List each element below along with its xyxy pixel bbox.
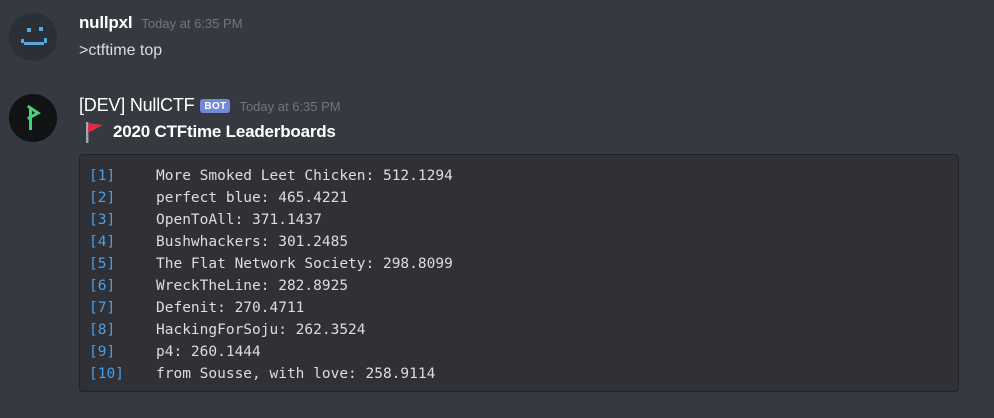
leaderboard-row: [10] from Sousse, with love: 258.9114 [89, 363, 958, 385]
team-score: HackingForSoju: 262.3524 [156, 322, 366, 338]
bot-avatar[interactable] [9, 94, 57, 142]
leaderboard-row: [2] perfect blue: 465.4221 [89, 187, 958, 209]
team-score: Bushwhackers: 301.2485 [156, 234, 349, 250]
leaderboard-row: [9] p4: 260.1444 [89, 341, 958, 363]
rank-label: [6] [89, 278, 116, 294]
message-user: nullpxl Today at 6:35 PM >ctftime top [0, 0, 994, 78]
rank-label: [3] [89, 212, 116, 228]
triangular-flag-icon [86, 122, 103, 143]
timestamp[interactable]: Today at 6:35 PM [141, 16, 242, 31]
message-header: [DEV] NullCTF BOT Today at 6:35 PM [79, 95, 341, 116]
rank-label: [5] [89, 256, 116, 272]
timestamp[interactable]: Today at 6:35 PM [239, 99, 340, 114]
team-score: from Sousse, with love: 258.9114 [156, 366, 436, 382]
username[interactable]: nullpxl [79, 13, 133, 33]
leaderboard-row: [8] HackingForSoju: 262.3524 [89, 319, 958, 341]
user-avatar[interactable] [9, 13, 57, 61]
rank-label: [7] [89, 300, 116, 316]
team-score: The Flat Network Society: 298.8099 [156, 256, 453, 272]
team-score: Defenit: 270.4711 [156, 300, 305, 316]
message-bot: [DEV] NullCTF BOT Today at 6:35 PM 2020 … [0, 88, 994, 418]
leaderboard-row: [5] The Flat Network Society: 298.8099 [89, 253, 958, 275]
leaderboard-row: [4] Bushwhackers: 301.2485 [89, 231, 958, 253]
prompt-flag-icon [9, 94, 57, 142]
rank-label: [2] [89, 190, 116, 206]
team-score: WreckTheLine: 282.8925 [156, 278, 349, 294]
embed-title: 2020 CTFtime Leaderboards [83, 120, 336, 144]
bot-badge: BOT [200, 99, 231, 113]
rank-label: [4] [89, 234, 116, 250]
leaderboard-row: [6] WreckTheLine: 282.8925 [89, 275, 958, 297]
rank-label: [1] [89, 168, 116, 184]
message-header: nullpxl Today at 6:35 PM [79, 13, 243, 33]
team-score: p4: 260.1444 [156, 344, 261, 360]
leaderboard-row: [1] More Smoked Leet Chicken: 512.1294 [89, 165, 958, 187]
team-score: OpenToAll: 371.1437 [156, 212, 322, 228]
message-content: >ctftime top [79, 42, 163, 59]
rank-label: [10] [89, 366, 124, 382]
leaderboard-codeblock: [1] More Smoked Leet Chicken: 512.1294 [2]… [79, 154, 959, 392]
leaderboard-title: 2020 CTFtime Leaderboards [113, 122, 336, 141]
team-score: perfect blue: 465.4221 [156, 190, 349, 206]
bot-username[interactable]: [DEV] NullCTF [79, 95, 195, 116]
leaderboard-row: [3] OpenToAll: 371.1437 [89, 209, 958, 231]
rank-label: [9] [89, 344, 116, 360]
leaderboard-row: [7] Defenit: 270.4711 [89, 297, 958, 319]
rank-label: [8] [89, 322, 116, 338]
smiley-face-icon [9, 13, 57, 61]
team-score: More Smoked Leet Chicken: 512.1294 [156, 168, 453, 184]
